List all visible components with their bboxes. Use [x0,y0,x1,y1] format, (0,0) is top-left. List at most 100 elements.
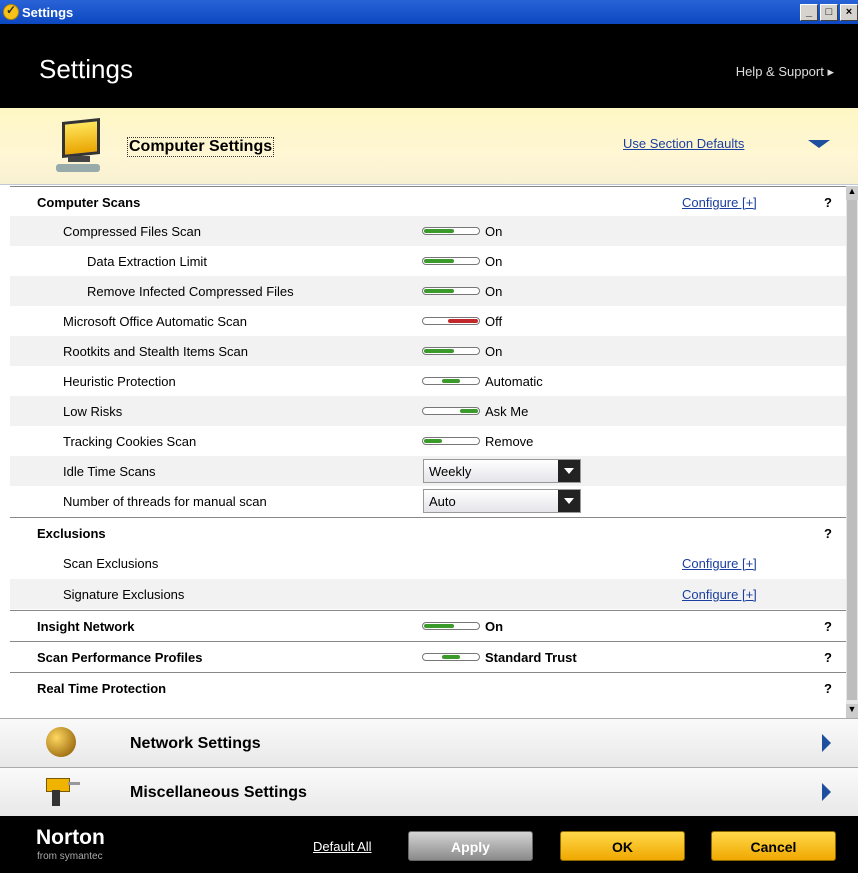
group-row: Real Time Protection? [10,672,846,702]
apply-button[interactable]: Apply [408,831,533,861]
setting-label: Exclusions [37,526,106,541]
collapse-section-icon[interactable] [808,140,830,148]
setting-label: Signature Exclusions [63,587,185,602]
setting-row: Microsoft Office Automatic Scan Off [10,306,846,336]
dropdown-arrow-icon[interactable] [558,490,580,512]
setting-row: Heuristic Protection Automatic [10,366,846,396]
setting-label: Scan Exclusions [63,556,159,571]
toggle-switch[interactable] [422,287,480,295]
ok-button[interactable]: OK [560,831,685,861]
setting-row: Low Risks Ask Me [10,396,846,426]
toggle-switch[interactable] [422,257,480,265]
title-bar: Settings _ □ × [0,0,858,24]
setting-label: Computer Scans [37,195,141,210]
setting-row: Data Extraction Limit On [10,246,846,276]
toggle-switch[interactable] [422,437,480,445]
setting-value: Standard Trust [485,650,577,665]
setting-value: Ask Me [485,404,529,419]
symantec-tagline: from symantec [37,851,103,862]
chevron-right-icon [822,734,831,752]
group-row: Insight Network On? [10,610,846,640]
setting-label: Idle Time Scans [63,464,156,479]
help-icon[interactable]: ? [824,526,832,541]
setting-value: On [485,344,503,359]
setting-value: On [485,254,503,269]
scroll-down-icon[interactable]: ▼ [846,704,858,718]
setting-label: Microsoft Office Automatic Scan [63,314,247,329]
help-support-link[interactable]: Help & Support ▸ [736,64,834,80]
toggle-switch[interactable] [422,377,480,385]
window-title: Settings [22,5,74,20]
norton-logo: Norton [36,826,105,849]
setting-row: Rootkits and Stealth Items Scan On [10,336,846,366]
dropdown-select[interactable]: Weekly [423,459,581,483]
setting-row: Signature Exclusions Configure [+] [10,579,846,609]
section-header: Computer Settings Use Section Defaults [0,108,858,185]
computer-icon [52,118,100,174]
configure-link[interactable]: Configure [+] [682,195,757,210]
setting-value: On [485,619,504,634]
setting-label: Real Time Protection [37,681,167,696]
scroll-up-icon[interactable]: ▲ [846,186,858,200]
toggle-switch[interactable] [422,653,480,661]
setting-label: Insight Network [37,619,135,634]
setting-label: Rootkits and Stealth Items Scan [63,344,248,359]
setting-row: Compressed Files Scan On [10,216,846,246]
dropdown-value: Weekly [429,464,472,479]
setting-label: Remove Infected Compressed Files [87,284,294,299]
use-section-defaults-link[interactable]: Use Section Defaults [623,136,744,151]
norton-logo-icon [3,3,19,20]
settings-list: Computer Scans Configure [+]? Compressed F… [10,186,846,718]
misc-settings-panel[interactable]: Miscellaneous Settings [0,767,858,816]
scrollbar[interactable]: ▲ ▼ [846,186,858,718]
setting-label: Compressed Files Scan [63,224,201,239]
toggle-switch[interactable] [422,317,480,325]
toggle-switch[interactable] [422,407,480,415]
maximize-button[interactable]: □ [820,4,838,21]
chevron-right-icon [822,783,831,801]
help-icon[interactable]: ? [824,650,832,665]
help-icon[interactable]: ? [824,681,832,696]
header: Settings Help & Support ▸ [0,24,858,108]
setting-label: Data Extraction Limit [87,254,207,269]
toggle-switch[interactable] [422,347,480,355]
dropdown-value: Auto [429,494,456,509]
help-icon[interactable]: ? [824,195,832,210]
group-row: Scan Performance Profiles Standard Trust? [10,641,846,671]
setting-row: Scan Exclusions Configure [+] [10,548,846,578]
cancel-button[interactable]: Cancel [711,831,836,861]
dropdown-arrow-icon[interactable] [558,460,580,482]
setting-label: Number of threads for manual scan [63,494,267,509]
dropdown-select[interactable]: Auto [423,489,581,513]
network-settings-panel[interactable]: Network Settings [0,718,858,767]
setting-label: Tracking Cookies Scan [63,434,197,449]
setting-label: Scan Performance Profiles [37,650,203,665]
setting-value: Off [485,314,503,329]
setting-value: On [485,224,503,239]
group-row: Computer Scans Configure [+]? [10,186,846,216]
setting-row: Remove Infected Compressed Files On [10,276,846,306]
minimize-button[interactable]: _ [800,4,818,21]
setting-label: Low Risks [63,404,123,419]
setting-row: Idle Time Scans Weekly [10,456,846,486]
setting-row: Number of threads for manual scan Auto [10,486,846,516]
group-row: Exclusions? [10,517,846,547]
section-title: Computer Settings [127,137,275,157]
help-icon[interactable]: ? [824,619,832,634]
toggle-switch[interactable] [422,227,480,235]
configure-link[interactable]: Configure [+] [682,556,757,571]
page-title: Settings [39,54,133,84]
drill-icon [46,778,80,808]
close-button[interactable]: × [840,4,858,21]
configure-link[interactable]: Configure [+] [682,587,757,602]
footer: Norton from symantec Default All Apply O… [0,816,858,873]
setting-row: Tracking Cookies Scan Remove [10,426,846,456]
setting-value: On [485,284,503,299]
network-settings-label: Network Settings [130,735,261,752]
scroll-thumb[interactable] [847,200,857,700]
toggle-switch[interactable] [422,622,480,630]
setting-value: Remove [485,434,534,449]
misc-settings-label: Miscellaneous Settings [130,784,307,801]
default-all-link[interactable]: Default All [313,839,372,854]
setting-label: Heuristic Protection [63,374,176,389]
